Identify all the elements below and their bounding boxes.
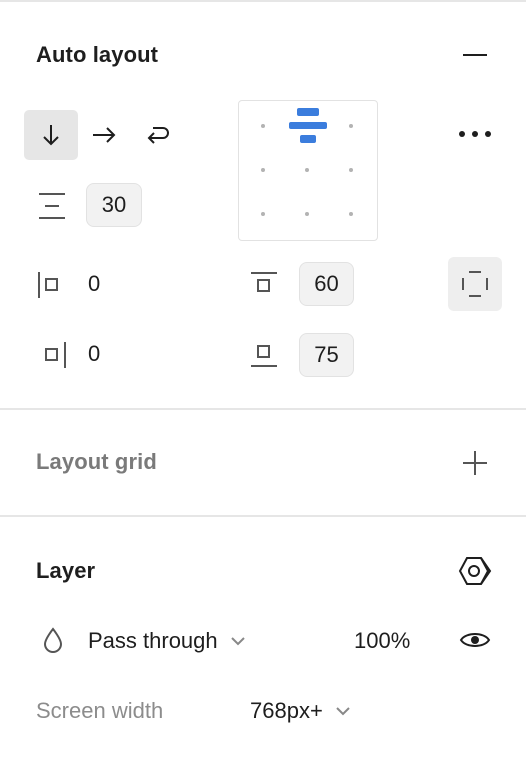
more-options-icon[interactable] bbox=[456, 126, 494, 142]
align-dot-top-left[interactable] bbox=[261, 124, 265, 128]
direction-wrap-button[interactable] bbox=[138, 110, 178, 160]
layout-grid-divider bbox=[0, 515, 526, 517]
arrow-right-icon bbox=[91, 125, 117, 145]
clip-content-icon bbox=[461, 270, 489, 298]
align-dot-bottom-center[interactable] bbox=[305, 212, 309, 216]
padding-right-input[interactable]: 0 bbox=[88, 332, 100, 376]
auto-layout-title: Auto layout bbox=[36, 42, 159, 67]
direction-horizontal-button[interactable] bbox=[84, 110, 124, 160]
screen-width-value: 768px+ bbox=[250, 698, 323, 723]
wrap-icon bbox=[145, 124, 171, 146]
gap-input[interactable]: 30 bbox=[86, 183, 142, 227]
screen-width-dropdown[interactable]: 768px+ bbox=[250, 694, 380, 728]
chevron-down-icon bbox=[335, 706, 351, 716]
blend-mode-label: Pass through bbox=[88, 628, 218, 653]
layer-title: Layer bbox=[36, 558, 96, 583]
arrow-down-icon bbox=[41, 123, 61, 147]
align-dot-bottom-left[interactable] bbox=[261, 212, 265, 216]
chevron-down-icon bbox=[230, 636, 246, 646]
direction-vertical-button[interactable] bbox=[24, 110, 78, 160]
align-top-center-indicator[interactable] bbox=[289, 108, 327, 145]
opacity-input[interactable]: 100% bbox=[354, 628, 410, 654]
padding-bottom-input[interactable]: 75 bbox=[299, 333, 354, 377]
droplet-icon bbox=[42, 627, 64, 653]
hexagon-mask-icon[interactable] bbox=[458, 556, 492, 586]
padding-top-input[interactable]: 60 bbox=[299, 262, 354, 306]
vertical-gap-icon bbox=[37, 192, 67, 220]
plus-icon[interactable] bbox=[462, 450, 488, 476]
padding-left-icon bbox=[36, 271, 62, 299]
padding-top-icon bbox=[250, 270, 278, 296]
padding-right-icon bbox=[44, 341, 70, 369]
align-dot-bottom-right[interactable] bbox=[349, 212, 353, 216]
align-dot-middle-center[interactable] bbox=[305, 168, 309, 172]
eye-icon[interactable] bbox=[459, 630, 491, 650]
align-dot-middle-right[interactable] bbox=[349, 168, 353, 172]
padding-left-input[interactable]: 0 bbox=[88, 262, 100, 306]
top-divider bbox=[0, 0, 526, 2]
alignment-grid[interactable] bbox=[238, 100, 378, 241]
clip-content-button[interactable] bbox=[448, 257, 502, 311]
minus-icon[interactable] bbox=[462, 45, 488, 65]
auto-layout-divider bbox=[0, 408, 526, 410]
padding-bottom-icon bbox=[250, 343, 278, 369]
screen-width-label: Screen width bbox=[36, 698, 164, 723]
blend-mode-dropdown[interactable]: Pass through bbox=[88, 624, 278, 658]
align-dot-middle-left[interactable] bbox=[261, 168, 265, 172]
align-dot-top-right[interactable] bbox=[349, 124, 353, 128]
layout-grid-title: Layout grid bbox=[36, 449, 157, 474]
